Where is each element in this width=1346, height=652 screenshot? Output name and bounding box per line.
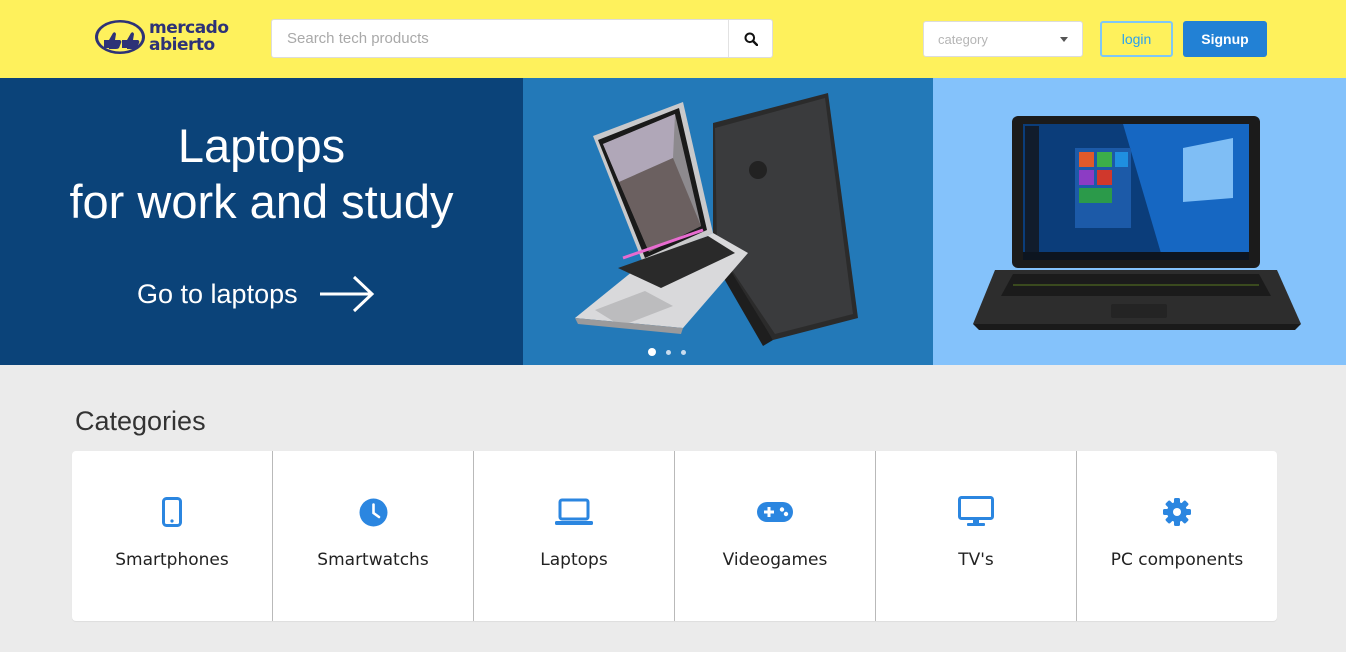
banner-macbook-panel <box>523 78 933 365</box>
categories-title: Categories <box>75 406 206 436</box>
category-smartwatchs[interactable]: Smartwatchs <box>273 451 474 621</box>
category-label: Videogames <box>722 550 828 570</box>
search-icon <box>744 32 758 46</box>
search-bar <box>271 19 773 58</box>
carousel-dot-1[interactable] <box>648 348 656 356</box>
category-dropdown-value: category <box>938 31 988 47</box>
search-button[interactable] <box>728 20 772 57</box>
banner-text-panel: Laptops for work and study Go to laptops <box>0 78 523 365</box>
category-dropdown[interactable]: category <box>923 21 1083 57</box>
gamepad-icon <box>757 502 793 522</box>
laptop-icon <box>555 498 593 525</box>
banner-hp-laptop-panel <box>933 78 1346 365</box>
hp-laptop-image <box>973 116 1301 330</box>
clock-icon <box>359 498 387 526</box>
carousel-dot-3[interactable] <box>681 349 686 355</box>
gear-icon <box>1163 498 1191 526</box>
search-input[interactable] <box>272 20 728 57</box>
carousel-dots <box>648 348 696 356</box>
banner-cta-label: Go to laptops <box>137 278 298 309</box>
category-pc-components[interactable]: PC components <box>1077 451 1277 621</box>
login-button[interactable]: login <box>1100 21 1173 57</box>
banner-title: Laptops for work and study <box>0 118 523 230</box>
arrow-right-icon <box>319 275 374 313</box>
category-smartphones[interactable]: Smartphones <box>72 451 273 621</box>
category-tvs[interactable]: TV's <box>876 451 1077 621</box>
hero-banner[interactable]: Laptops for work and study Go to laptops <box>0 78 1346 365</box>
signup-button[interactable]: Signup <box>1183 21 1267 57</box>
category-videogames[interactable]: Videogames <box>675 451 876 621</box>
banner-title-line1: Laptops <box>177 119 346 172</box>
smartphone-icon <box>162 497 182 527</box>
top-header: mercado abierto category login Signup <box>0 0 1346 78</box>
logo[interactable]: mercado abierto <box>94 14 254 60</box>
category-laptops[interactable]: Laptops <box>474 451 675 621</box>
monitor-icon <box>958 496 994 526</box>
chevron-down-icon <box>1060 36 1068 42</box>
logo-text: mercado abierto <box>149 20 229 54</box>
category-label: PC components <box>1110 550 1244 570</box>
category-label: Laptops <box>540 550 608 570</box>
banner-title-line2: for work and study <box>69 175 454 228</box>
category-label: Smartwatchs <box>317 550 429 570</box>
carousel-dot-2[interactable] <box>666 349 671 355</box>
go-to-laptops-link[interactable]: Go to laptops <box>137 274 376 314</box>
macbook-image <box>575 93 858 346</box>
categories-grid: Smartphones Smartwatchs Laptops Videogam… <box>72 451 1277 621</box>
logo-icon <box>95 20 145 54</box>
category-label: TV's <box>958 550 994 570</box>
logo-line2: abierto <box>149 35 215 55</box>
category-label: Smartphones <box>115 550 229 570</box>
